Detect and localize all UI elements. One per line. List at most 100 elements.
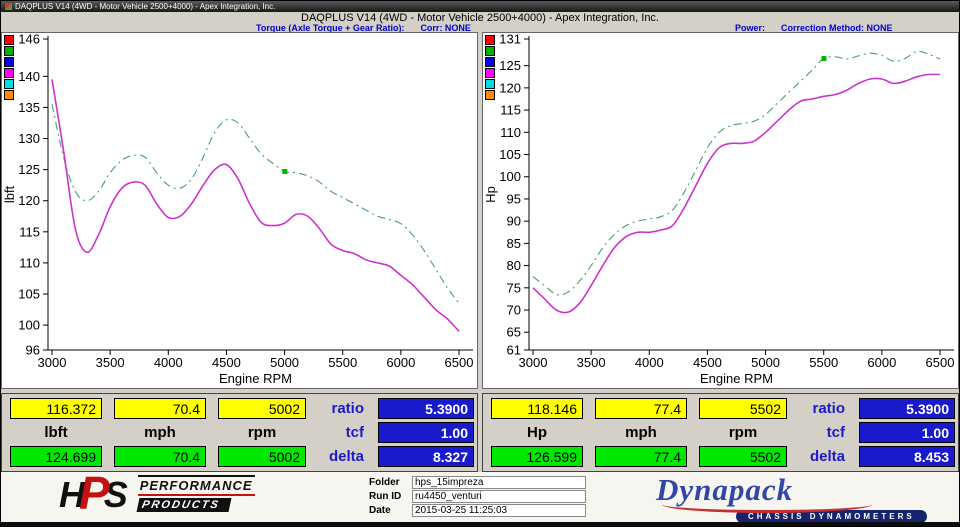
ratio-value: 5.3900	[378, 398, 474, 419]
folder-row: Folder	[369, 476, 586, 489]
torque-chart[interactable]: 9610010511011512012513013514014630003500…	[2, 33, 477, 388]
power-info-label: Power:	[735, 24, 765, 32]
date-row: Date	[369, 504, 586, 517]
legend-swatch[interactable]	[4, 57, 14, 67]
run-info-fields: Folder Run ID Date	[369, 476, 586, 517]
torque-correction-status: Corr: NONE	[420, 24, 471, 32]
svg-text:Engine RPM: Engine RPM	[219, 371, 292, 386]
hps-logo-letter: P	[79, 473, 110, 513]
svg-text:4000: 4000	[154, 355, 183, 370]
hps-performance-text: PERFORMANCE	[138, 475, 255, 496]
hps-logo-text: PERFORMANCE PRODUCTS	[138, 477, 255, 513]
legend-swatch[interactable]	[485, 35, 495, 45]
svg-text:75: 75	[507, 280, 521, 295]
delta-label: delta	[318, 446, 366, 467]
dynapack-logo: Dynapack CHASSIS DYNAMOMETERS	[656, 474, 946, 524]
speed-value-corrected: 77.4	[595, 446, 687, 467]
svg-text:5000: 5000	[270, 355, 299, 370]
svg-text:4500: 4500	[212, 355, 241, 370]
tcf-label: tcf	[799, 422, 847, 443]
svg-text:70: 70	[507, 303, 521, 318]
svg-text:6000: 6000	[867, 355, 896, 370]
torque-corrected-value: 124.699	[10, 446, 102, 467]
speed-value: 77.4	[595, 398, 687, 419]
svg-text:135: 135	[18, 100, 40, 115]
power-corrected-value: 126.599	[491, 446, 583, 467]
hps-logo: H P S PERFORMANCE PRODUCTS	[59, 475, 255, 515]
svg-text:105: 105	[18, 287, 40, 302]
legend-swatch[interactable]	[485, 79, 495, 89]
svg-text:105: 105	[499, 147, 521, 162]
svg-text:3000: 3000	[38, 355, 67, 370]
power-chart-panel[interactable]: 6165707580859095100105110115120125131300…	[482, 32, 959, 389]
hps-products-text: PRODUCTS	[136, 498, 231, 512]
svg-text:115: 115	[19, 224, 40, 239]
tcf-label: tcf	[318, 422, 366, 443]
measured-power-curve	[533, 74, 940, 312]
legend-swatch[interactable]	[485, 46, 495, 56]
legend-swatch[interactable]	[4, 35, 14, 45]
delta-value: 8.453	[859, 446, 955, 467]
rpm-unit-label: rpm	[699, 422, 787, 443]
svg-text:100: 100	[18, 318, 40, 333]
legend-swatch[interactable]	[485, 57, 495, 67]
ratio-label: ratio	[799, 398, 847, 419]
legend-swatch[interactable]	[485, 90, 495, 100]
run-id-label: Run ID	[369, 491, 407, 502]
svg-text:4500: 4500	[693, 355, 722, 370]
svg-text:120: 120	[18, 193, 40, 208]
date-field[interactable]	[412, 504, 586, 517]
cursor-marker	[282, 169, 287, 174]
ratio-label: ratio	[318, 398, 366, 419]
legend-swatch[interactable]	[4, 68, 14, 78]
bottom-edge-bar	[1, 522, 959, 527]
svg-text:80: 80	[507, 258, 521, 273]
measured-torque-curve	[52, 79, 459, 331]
svg-text:125: 125	[18, 162, 40, 177]
channel-legend	[4, 35, 14, 100]
svg-text:5000: 5000	[751, 355, 780, 370]
torque-chart-panel[interactable]: 9610010511011512012513013514014630003500…	[1, 32, 478, 389]
rpm-value-corrected: 5002	[218, 446, 306, 467]
legend-swatch[interactable]	[4, 90, 14, 100]
svg-text:115: 115	[500, 103, 521, 118]
svg-text:4000: 4000	[635, 355, 664, 370]
delta-label: delta	[799, 446, 847, 467]
svg-text:65: 65	[507, 325, 521, 340]
torque-measured-value: 116.372	[10, 398, 102, 419]
power-measured-value: 118.146	[491, 398, 583, 419]
folder-field[interactable]	[412, 476, 586, 489]
rpm-value: 5502	[699, 398, 787, 419]
svg-text:3500: 3500	[577, 355, 606, 370]
power-info: Power: Correction Method: NONE	[480, 24, 959, 32]
speed-value-corrected: 70.4	[114, 446, 206, 467]
torque-value-panel: 116.372 70.4 5002 ratio 5.3900 lbft mph …	[1, 393, 478, 472]
cursor-marker	[821, 56, 826, 61]
svg-text:6500: 6500	[445, 355, 474, 370]
svg-text:125: 125	[499, 58, 521, 73]
svg-text:6000: 6000	[386, 355, 415, 370]
tcf-value: 1.00	[378, 422, 474, 443]
footer: H P S PERFORMANCE PRODUCTS Folder Run ID…	[1, 472, 959, 522]
svg-text:100: 100	[499, 169, 521, 184]
svg-text:140: 140	[18, 69, 40, 84]
channel-legend	[485, 35, 495, 100]
speed-unit-label: mph	[114, 422, 206, 443]
svg-text:131: 131	[499, 33, 521, 47]
svg-text:95: 95	[507, 191, 521, 206]
app-window: DAQPLUS V14 (4WD - Motor Vehicle 2500+40…	[0, 0, 960, 527]
app-icon	[5, 3, 12, 10]
window-titlebar[interactable]: DAQPLUS V14 (4WD - Motor Vehicle 2500+40…	[1, 1, 959, 12]
power-chart[interactable]: 6165707580859095100105110115120125131300…	[483, 33, 958, 388]
svg-text:5500: 5500	[809, 355, 838, 370]
window-title: DAQPLUS V14 (4WD - Motor Vehicle 2500+40…	[15, 1, 275, 12]
corrected-power-curve	[533, 51, 940, 295]
ratio-value: 5.3900	[859, 398, 955, 419]
legend-swatch[interactable]	[485, 68, 495, 78]
run-id-field[interactable]	[412, 490, 586, 503]
legend-swatch[interactable]	[4, 79, 14, 89]
power-correction-status: Correction Method: NONE	[781, 24, 893, 32]
legend-swatch[interactable]	[4, 46, 14, 56]
svg-text:lbft: lbft	[2, 185, 17, 203]
folder-label: Folder	[369, 477, 407, 488]
